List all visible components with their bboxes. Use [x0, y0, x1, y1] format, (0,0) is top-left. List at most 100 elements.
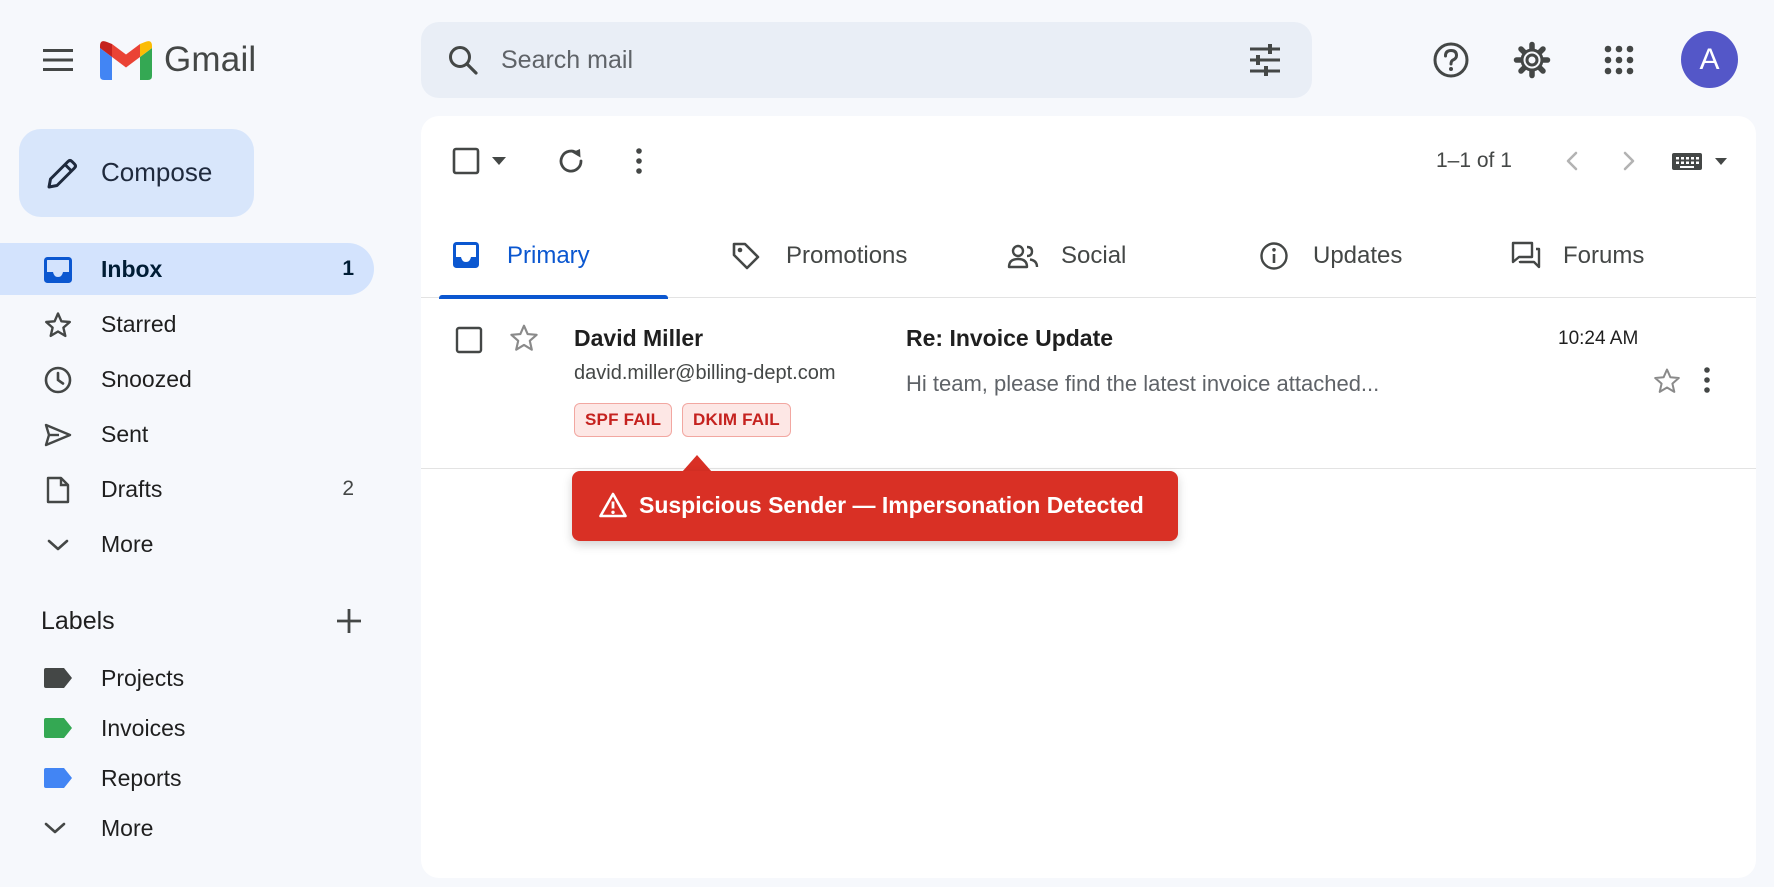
sidebar-item-label: More — [101, 531, 154, 557]
tab-promotions[interactable]: Promotions — [731, 214, 951, 298]
search-options-icon[interactable] — [1248, 44, 1282, 76]
label-tag-icon — [44, 768, 72, 788]
sidebar-item-label: Inbox — [101, 256, 163, 282]
caret-down-icon — [492, 157, 506, 165]
label-item-invoices[interactable]: Invoices — [0, 703, 374, 753]
mail-toolbar: 1–1 of 1 — [421, 116, 1756, 206]
sidebar-item-label: Drafts — [101, 476, 163, 502]
info-icon — [1260, 242, 1288, 270]
sidebar-item-more[interactable]: More — [0, 518, 374, 570]
star-icon[interactable] — [509, 323, 539, 353]
add-label-icon[interactable] — [335, 607, 363, 635]
checkbox-icon — [452, 147, 480, 175]
top-bar: Gmail Search mail A — [0, 0, 1774, 116]
email-row[interactable]: David Miller david.miller@billing-dept.c… — [421, 299, 1756, 469]
unread-count: 1 — [342, 257, 354, 280]
inbox-icon — [43, 255, 73, 285]
labels-title: Labels — [41, 607, 115, 635]
sidebar-item-label: Sent — [101, 421, 149, 447]
email-subject: Re: Invoice Update — [906, 325, 1114, 351]
menu-icon — [43, 49, 73, 71]
tab-forums[interactable]: Forums — [1511, 214, 1691, 298]
checkbox-icon[interactable] — [455, 326, 483, 354]
warning-text: Suspicious Sender — Impersonation Detect… — [639, 492, 1144, 518]
more-vert-icon[interactable] — [1703, 367, 1711, 393]
account-avatar[interactable]: A — [1681, 31, 1738, 88]
dkim-fail-badge: DKIM FAIL — [682, 403, 791, 437]
warning-tooltip-arrow — [682, 455, 712, 472]
tag-icon — [732, 242, 760, 270]
label-item-reports[interactable]: Reports — [0, 753, 374, 803]
label-item-more[interactable]: More — [0, 803, 374, 853]
chevron-down-icon — [43, 530, 73, 560]
category-tabs: Primary Promotions Social Updates Forums — [421, 214, 1756, 299]
spf-fail-badge: SPF FAIL — [574, 403, 673, 437]
chevron-right-icon — [1623, 151, 1635, 171]
send-icon — [43, 420, 73, 450]
settings-button[interactable] — [1506, 34, 1558, 86]
draft-count: 2 — [342, 477, 354, 500]
gmail-logo[interactable]: Gmail — [100, 36, 256, 84]
email-snippet: Hi team, please find the latest invoice … — [906, 371, 1380, 396]
select-options-button[interactable] — [487, 138, 511, 184]
label-tag-icon — [44, 718, 72, 738]
compose-button[interactable]: Compose — [19, 129, 254, 217]
apps-icon — [1604, 45, 1634, 75]
tab-label: Social — [1061, 242, 1127, 269]
compose-label: Compose — [101, 157, 213, 187]
input-tools-button[interactable] — [1668, 138, 1732, 184]
help-icon — [1433, 42, 1469, 78]
forum-icon — [1511, 241, 1541, 269]
older-button[interactable] — [1609, 138, 1649, 184]
search-bar — [421, 22, 1312, 98]
label-name: Projects — [101, 665, 185, 691]
pagination-info: 1–1 of 1 — [1436, 149, 1512, 172]
draft-icon — [43, 475, 73, 505]
refresh-icon — [559, 149, 583, 173]
pencil-icon — [47, 159, 77, 189]
sidebar-item-drafts[interactable]: Drafts 2 — [0, 463, 374, 515]
sidebar-item-inbox[interactable]: Inbox 1 — [0, 243, 374, 295]
label-name: Invoices — [101, 715, 186, 741]
tab-label: Primary — [507, 242, 590, 269]
chevron-left-icon — [1566, 151, 1578, 171]
labels-header: Labels — [41, 603, 371, 643]
star-icon — [43, 310, 73, 340]
sender-email: david.miller@billing-dept.com — [574, 362, 836, 384]
chevron-down-icon — [44, 822, 66, 834]
tab-updates[interactable]: Updates — [1259, 214, 1439, 298]
impersonation-warning-banner: Suspicious Sender — Impersonation Detect… — [572, 471, 1178, 541]
refresh-button[interactable] — [548, 138, 594, 184]
tab-label: Promotions — [786, 242, 908, 269]
sidebar-item-snoozed[interactable]: Snoozed — [0, 353, 374, 405]
label-name: More — [101, 815, 154, 841]
settings-icon — [1513, 41, 1551, 79]
search-input[interactable] — [501, 36, 1201, 84]
star-icon[interactable] — [1653, 367, 1681, 395]
main-menu-button[interactable] — [34, 36, 82, 84]
sidebar-item-label: Starred — [101, 311, 177, 337]
email-time: 10:24 AM — [1558, 328, 1639, 349]
search-icon[interactable] — [447, 44, 479, 76]
sidebar-nav: Inbox 1 Starred Snoozed Sent Drafts 2 Mo… — [0, 243, 374, 573]
label-name: Reports — [101, 765, 182, 791]
keyboard-icon — [1672, 153, 1727, 170]
help-button[interactable] — [1425, 34, 1477, 86]
people-icon — [1007, 244, 1039, 269]
label-list: Projects Invoices Reports More — [0, 653, 374, 853]
label-item-projects[interactable]: Projects — [0, 653, 374, 703]
sidebar-item-sent[interactable]: Sent — [0, 408, 374, 460]
sidebar-item-starred[interactable]: Starred — [0, 298, 374, 350]
label-tag-icon — [44, 668, 72, 688]
more-vert-icon — [636, 148, 642, 174]
select-all-checkbox[interactable] — [451, 138, 481, 184]
more-actions-button[interactable] — [616, 138, 662, 184]
tab-social[interactable]: Social — [1007, 214, 1187, 298]
inbox-tab-icon — [453, 242, 479, 268]
newer-button[interactable] — [1552, 138, 1592, 184]
warning-icon — [599, 492, 627, 518]
tab-primary[interactable]: Primary — [439, 214, 668, 299]
clock-icon — [43, 365, 73, 395]
google-apps-button[interactable] — [1593, 34, 1645, 86]
tab-label: Forums — [1563, 242, 1645, 269]
